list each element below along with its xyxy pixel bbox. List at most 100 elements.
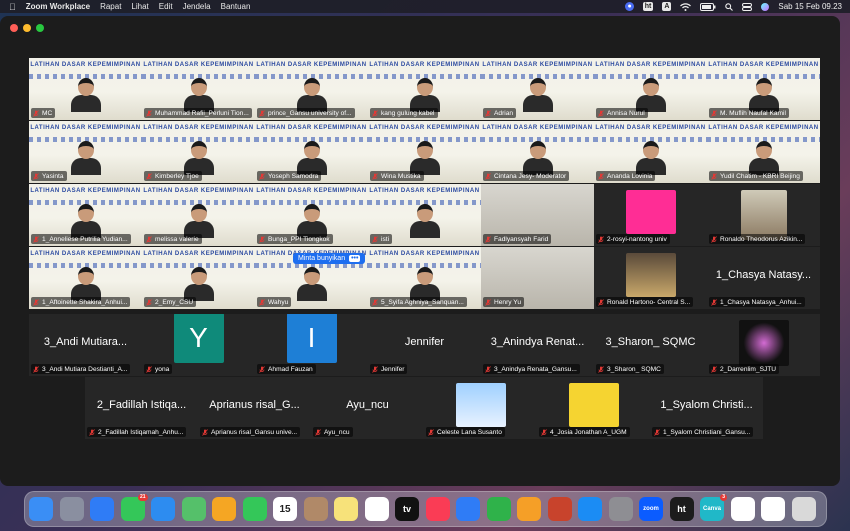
participant-tile[interactable]: LATIHAN DASAR KEPEMIMPINAN Bunga_PPI Tion…: [255, 184, 368, 246]
participant-tile[interactable]: Yyona: [142, 314, 255, 376]
participant-tile[interactable]: 3_Anindya Renat... 3_Anindya Renata_Gansu…: [481, 314, 594, 376]
participant-tile[interactable]: LATIHAN DASAR KEPEMIMPINAN Cintana Jesy- …: [481, 121, 594, 183]
music-icon[interactable]: [425, 497, 450, 521]
trash-icon[interactable]: [791, 497, 816, 521]
participant-tile[interactable]: LATIHAN DASAR KEPEMIMPINAN Wina Mustika: [368, 121, 481, 183]
muted-mic-icon: [372, 365, 378, 373]
powerpoint-icon[interactable]: [547, 497, 572, 521]
input-source-icon[interactable]: A: [662, 2, 672, 11]
muted-mic-icon: [485, 235, 491, 243]
muted-mic-icon: [711, 172, 717, 180]
participant-tile[interactable]: Aprianus risal_G... Aprianus risal_Gansu …: [198, 377, 311, 439]
participant-avatar: Y: [173, 314, 224, 363]
photos-icon[interactable]: [212, 497, 236, 521]
menu-app-name[interactable]: Zoom Workplace: [26, 2, 90, 11]
launchpad-icon[interactable]: [59, 497, 84, 521]
participant-profile-picture: [625, 253, 676, 297]
ht-status-icon[interactable]: ht: [642, 2, 654, 11]
participant-tile[interactable]: LATIHAN DASAR KEPEMIMPINAN Annisa Nurul: [594, 58, 707, 120]
finder-icon[interactable]: [29, 497, 53, 521]
participant-tile[interactable]: LATIHAN DASAR KEPEMIMPINAN M. Muflih Nauf…: [707, 58, 820, 120]
numbers-icon[interactable]: [486, 497, 511, 521]
maps-icon[interactable]: [181, 497, 206, 521]
wifi-icon[interactable]: [680, 2, 692, 11]
safari-icon[interactable]: [90, 497, 114, 521]
menu-lihat[interactable]: Lihat: [131, 2, 148, 11]
participant-tile[interactable]: LATIHAN DASAR KEPEMIMPINAN isti: [368, 184, 481, 246]
freeform-icon[interactable]: [364, 497, 389, 521]
participant-tile[interactable]: 3_Sharon_ SQMC 3_Sharon_ SQMC: [594, 314, 707, 376]
menu-rapat[interactable]: Rapat: [100, 2, 121, 11]
more-options-icon[interactable]: •••: [349, 255, 361, 262]
participant-tile[interactable]: LATIHAN DASAR KEPEMIMPINAN prince_Gansu u…: [255, 58, 368, 120]
participant-tile[interactable]: Ronaldo Theodorus Azikin...: [707, 184, 820, 246]
participant-tile[interactable]: 1_Chasya Natasy... 1_Chasya Natasya_Anhui…: [707, 247, 820, 309]
participant-video: [522, 78, 553, 112]
participant-tile[interactable]: 2-rosyi-nantong univ: [594, 184, 707, 246]
participant-name: 2_Darrenlim_SJTU: [720, 365, 777, 373]
participant-tile[interactable]: LATIHAN DASAR KEPEMIMPINAN melissa valeri…: [142, 184, 255, 246]
menu-edit[interactable]: Edit: [159, 2, 173, 11]
participant-tile[interactable]: 4_Josia Jonathan A_UGM: [537, 377, 650, 439]
participant-tile[interactable]: Ronald Hartono- Central S...: [594, 247, 707, 309]
settings-icon[interactable]: [608, 497, 633, 521]
participant-name: Kimberley Tjoe: [155, 172, 199, 180]
participant-tile[interactable]: 3_Andi Mutiara... 3_Andi Mutiara Destiant…: [29, 314, 142, 376]
participant-tile[interactable]: 2_Darrenlim_SJTU: [707, 314, 820, 376]
participant-tile[interactable]: LATIHAN DASAR KEPEMIMPINAN Yasinta: [29, 121, 142, 183]
training-banner: LATIHAN DASAR KEPEMIMPINAN: [369, 188, 480, 194]
battery-icon[interactable]: [700, 2, 716, 11]
contacts-icon[interactable]: [303, 497, 328, 521]
participant-tile[interactable]: LATIHAN DASAR KEPEMIMPINAN 5_Syifa Aghniy…: [368, 247, 481, 309]
participant-tile[interactable]: Jennifer Jennifer: [368, 314, 481, 376]
participant-tile[interactable]: LATIHAN DASAR KEPEMIMPINAN 1_Anneliese Pu…: [29, 184, 142, 246]
menu-bantuan[interactable]: Bantuan: [221, 2, 251, 11]
notes-icon[interactable]: [334, 497, 358, 521]
participant-tile[interactable]: LATIHAN DASAR KEPEMIMPINAN Yoseph Samodra: [255, 121, 368, 183]
participant-tile[interactable]: LATIHAN DASAR KEPEMIMPINAN MC: [29, 58, 142, 120]
participant-video: [296, 204, 327, 238]
calendar-icon[interactable]: 15: [273, 497, 297, 521]
siri-icon[interactable]: [761, 2, 770, 11]
participant-tile[interactable]: LATIHAN DASAR KEPEMIMPINAN kang gulung ka…: [368, 58, 481, 120]
participant-tile[interactable]: Fadlyansyah Farid: [481, 184, 594, 246]
participant-tile[interactable]: LATIHAN DASAR KEPEMIMPINAN Ananda Lovinia: [594, 121, 707, 183]
participant-tile[interactable]: 2_Fadillah Istiqa... 2_Fadillah Istiqamah…: [85, 377, 198, 439]
menu-clock[interactable]: Sab 15 Feb 09.23: [778, 2, 842, 11]
apple-icon[interactable]: : [9, 2, 16, 12]
keynote-icon[interactable]: [456, 497, 480, 521]
participant-tile[interactable]: LATIHAN DASAR KEPEMIMPINAN Kimberley Tjoe: [142, 121, 255, 183]
participant-tile[interactable]: LATIHAN DASAR KEPEMIMPINAN Adrian: [481, 58, 594, 120]
training-banner: LATIHAN DASAR KEPEMIMPINAN: [30, 125, 141, 131]
participant-tile[interactable]: LATIHAN DASAR KEPEMIMPINAN Muhammad Rafii…: [142, 58, 255, 120]
ask-to-unmute-popup[interactable]: Minta bunyikan •••: [293, 253, 366, 264]
pages-icon[interactable]: [517, 497, 541, 521]
mail-icon[interactable]: [151, 497, 175, 521]
zoom-icon[interactable]: zoom: [639, 497, 663, 521]
appletv-icon[interactable]: tv: [395, 497, 419, 521]
canva-icon[interactable]: Canva 3: [700, 494, 727, 521]
participant-name-label: Ayu_ncu: [313, 427, 353, 437]
preview-icon[interactable]: [730, 497, 755, 521]
appstore-icon[interactable]: [578, 497, 602, 521]
zoom-status-icon[interactable]: ●: [625, 2, 634, 11]
participant-tile[interactable]: LATIHAN DASAR KEPEMIMPINAN 2_Emy_CSU: [142, 247, 255, 309]
control-center-icon[interactable]: [742, 2, 753, 11]
facetime-icon[interactable]: [242, 497, 267, 521]
participant-tile[interactable]: Celeste Lana Susanto: [424, 377, 537, 439]
participant-tile[interactable]: Ayu_ncu Ayu_ncu: [311, 377, 424, 439]
participant-tile[interactable]: LATIHAN DASAR KEPEMIMPINAN Yudil Chatim -…: [707, 121, 820, 183]
ht-icon[interactable]: ht: [669, 497, 694, 521]
popup-label[interactable]: Minta bunyikan: [298, 255, 345, 262]
search-icon[interactable]: [725, 2, 734, 11]
participant-name-label: Kimberley Tjoe: [144, 171, 202, 181]
participant-tile[interactable]: Henry Yu: [481, 247, 594, 309]
participant-profile-picture: [455, 383, 506, 427]
menu-jendela[interactable]: Jendela: [183, 2, 211, 11]
participant-tile[interactable]: LATIHAN DASAR KEPEMIMPINAN 1_Aftoinette S…: [29, 247, 142, 309]
participant-tile[interactable]: 1_Syalom Christi... 1_Syalom Christiani_G…: [650, 377, 763, 439]
messages-icon[interactable]: 21: [120, 494, 148, 521]
participant-tile[interactable]: I Ahmad Fauzan: [255, 314, 368, 376]
screenshot-icon[interactable]: [761, 497, 785, 521]
training-banner: LATIHAN DASAR KEPEMIMPINAN: [143, 251, 254, 257]
